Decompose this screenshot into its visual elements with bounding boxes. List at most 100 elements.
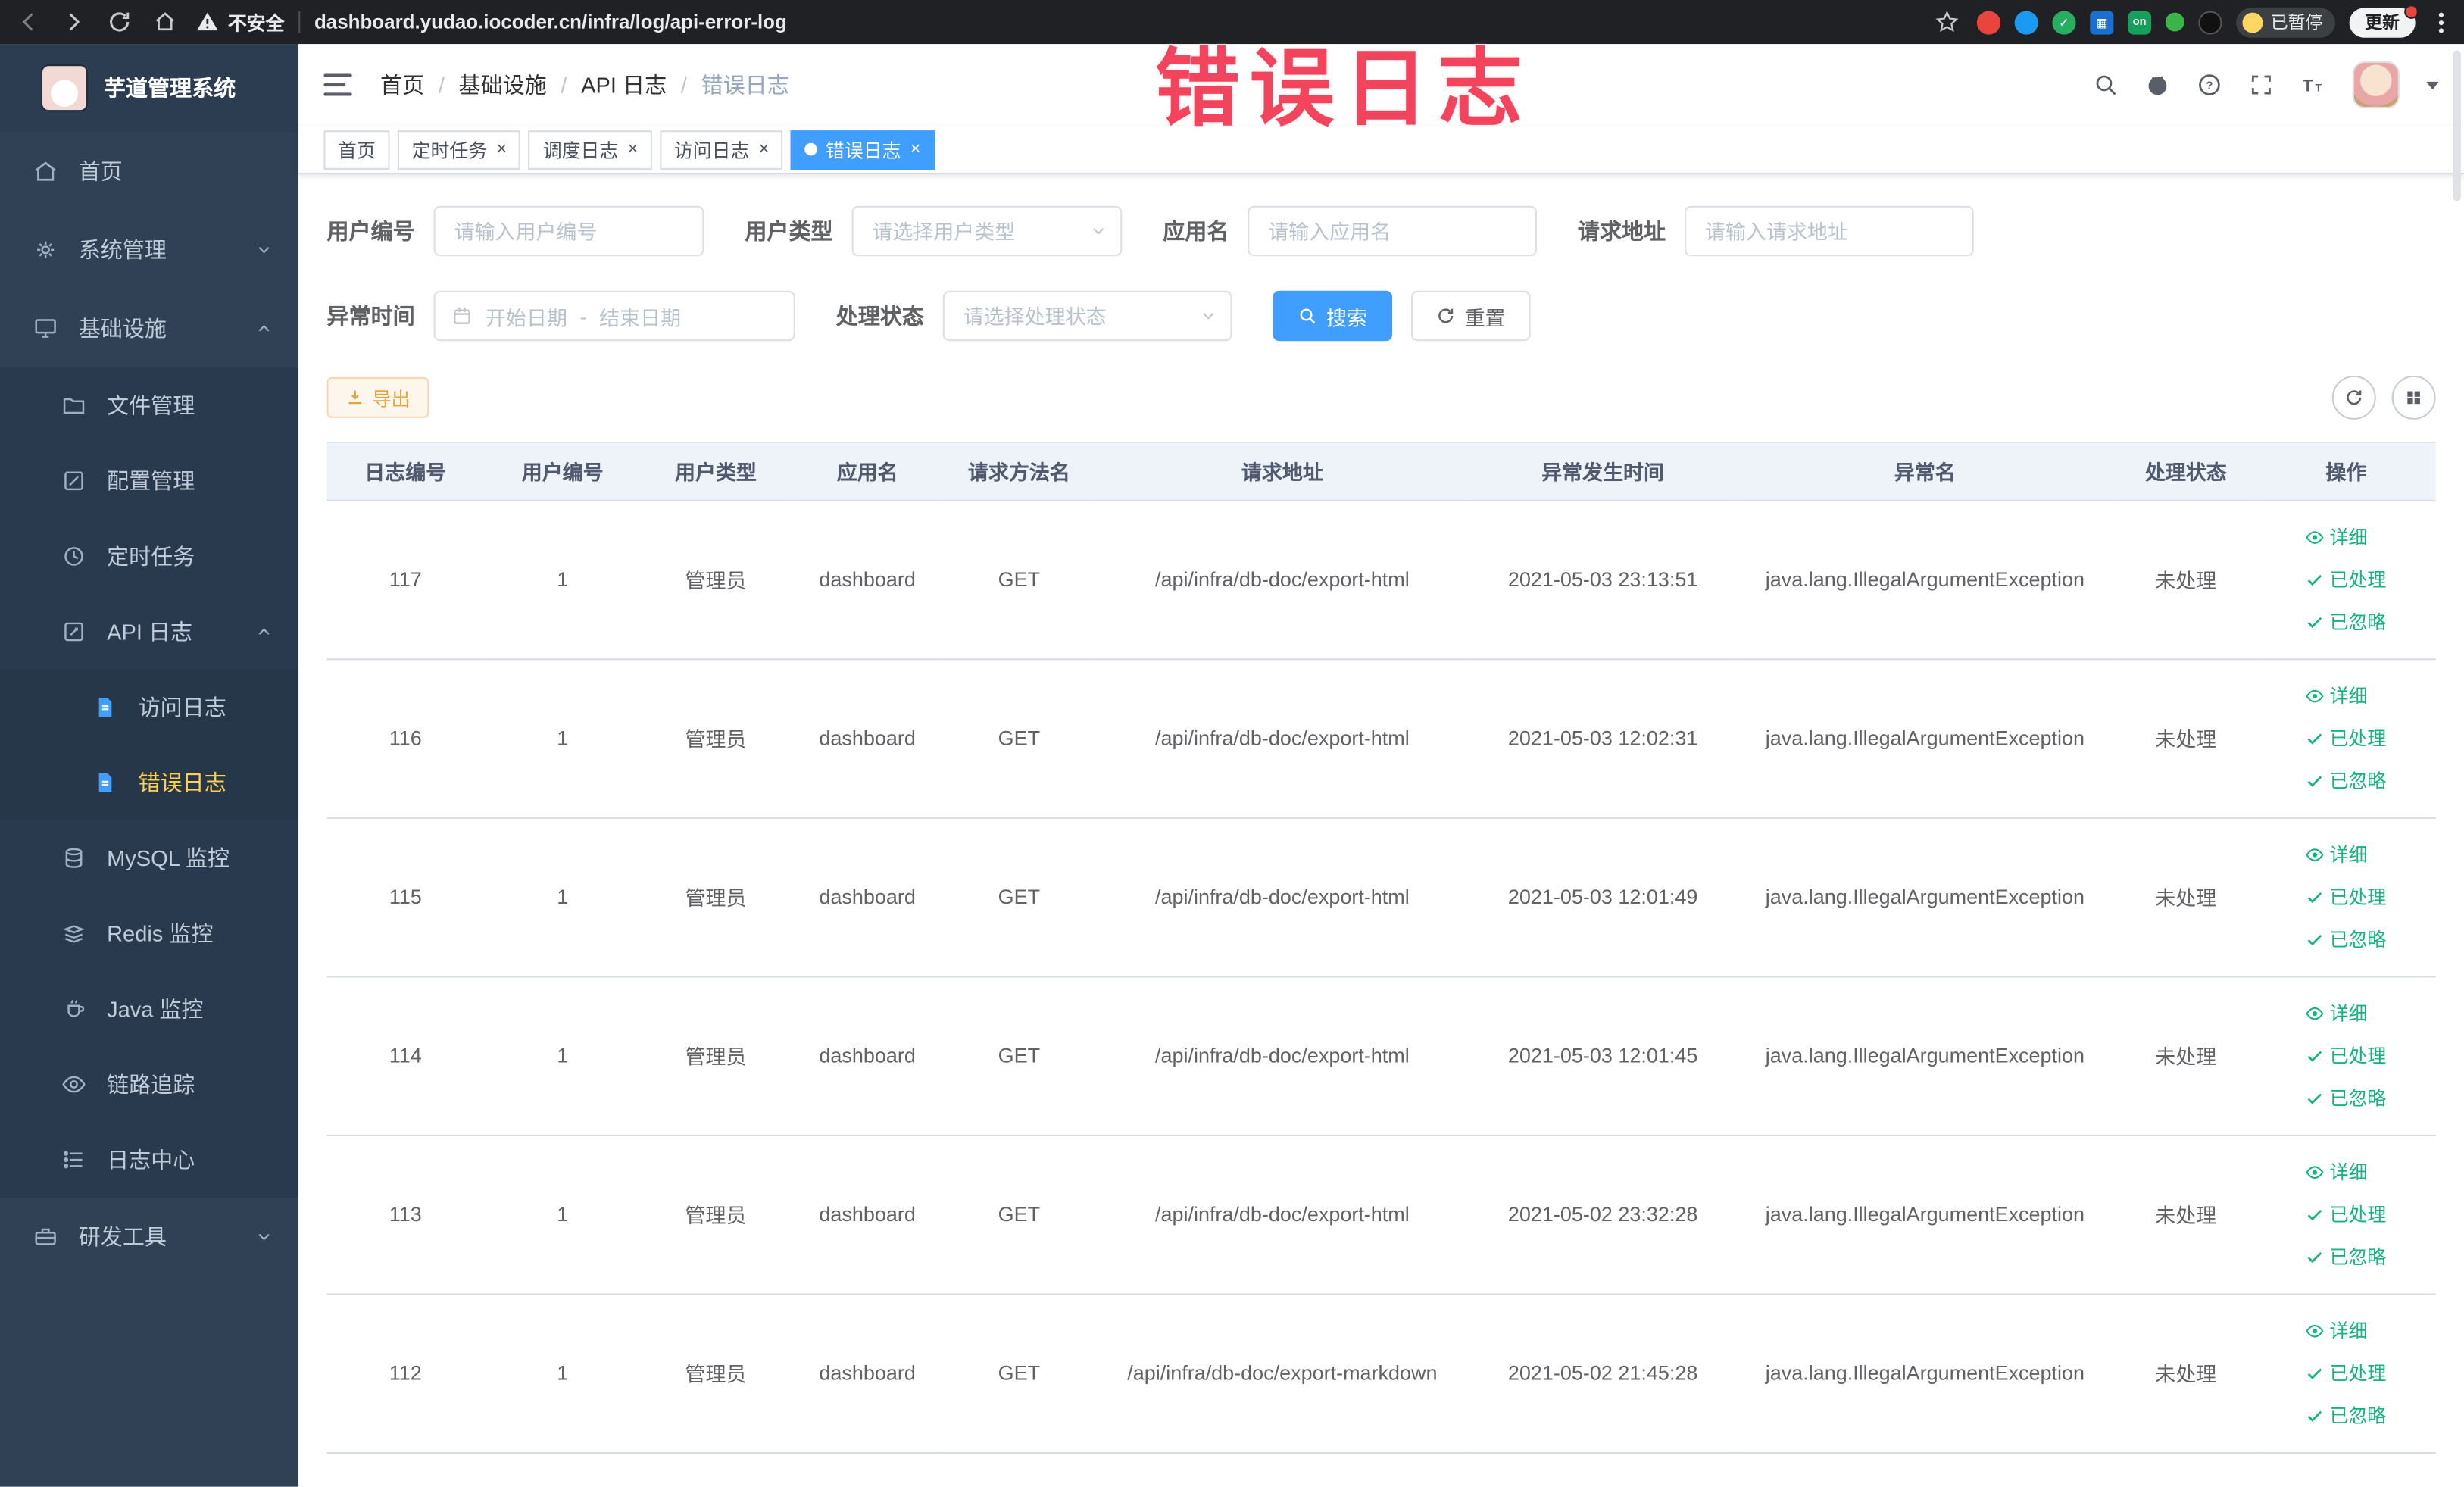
export-button[interactable]: 导出	[326, 376, 429, 418]
refresh-button[interactable]	[2331, 375, 2376, 420]
detail-link[interactable]: 详细	[2306, 1317, 2367, 1344]
mark-processed-link[interactable]: 已处理	[2306, 1201, 2386, 1227]
user-type-select[interactable]	[851, 205, 1123, 257]
app-name-input[interactable]	[1248, 205, 1537, 257]
sidebar-item-java-monitor[interactable]: Java 监控	[0, 971, 299, 1047]
sidebar-item-infrastructure[interactable]: 基础设施	[0, 289, 298, 368]
scrollbar[interactable]	[2453, 50, 2461, 201]
app-name-label: 应用名	[1163, 218, 1229, 244]
eye-icon	[2306, 689, 2325, 702]
detail-link[interactable]: 详细	[2306, 999, 2367, 1026]
detail-link[interactable]: 详细	[2306, 682, 2367, 708]
user-id-input[interactable]	[433, 205, 704, 257]
mark-processed-link[interactable]: 已处理	[2306, 724, 2386, 751]
sidebar-item-api-logs[interactable]: API 日志	[0, 594, 299, 670]
sidebar-item-system-management[interactable]: 系统管理	[0, 211, 298, 289]
extension-paw-icon[interactable]	[2198, 10, 2222, 34]
tab-home[interactable]: 首页	[323, 130, 390, 170]
github-icon[interactable]	[2145, 72, 2170, 97]
paused-badge[interactable]: 已暂停	[2236, 7, 2335, 37]
site-security-button[interactable]: 不安全	[195, 8, 285, 35]
logo[interactable]: 芋道管理系统	[0, 44, 299, 133]
close-icon[interactable]: ×	[497, 140, 507, 158]
sidebar: 芋道管理系统 首页 系统管理 基础设施 文件管理 配置管理 定时任务 API 日…	[0, 44, 299, 1487]
sidebar-item-mysql-monitor[interactable]: MySQL 监控	[0, 820, 299, 896]
search-icon[interactable]	[2093, 72, 2118, 97]
mark-processed-link[interactable]: 已处理	[2306, 566, 2386, 592]
extension-on-badge-icon[interactable]: on	[2128, 10, 2152, 34]
hamburger-icon[interactable]	[323, 73, 352, 96]
breadcrumb-api-logs[interactable]: API 日志	[581, 69, 667, 100]
detail-link[interactable]: 详细	[2306, 523, 2367, 550]
gear-icon	[31, 237, 59, 262]
sidebar-item-config-management[interactable]: 配置管理	[0, 443, 299, 519]
eye-icon	[2306, 848, 2325, 861]
extension-green-circle-icon[interactable]: ✓	[2052, 10, 2076, 34]
mark-ignored-link[interactable]: 已忽略	[2306, 767, 2386, 793]
date-range-picker[interactable]: 开始日期 - 结束日期	[433, 290, 795, 342]
help-icon[interactable]: ?	[2197, 72, 2222, 97]
mark-processed-link[interactable]: 已处理	[2306, 883, 2386, 910]
svg-text:T: T	[2303, 76, 2313, 95]
update-button[interactable]: 更新	[2349, 4, 2419, 37]
top-navbar: 首页 / 基础设施 / API 日志 / 错误日志 ? TT	[298, 44, 2464, 126]
tab-scheduled-tasks[interactable]: 定时任务 ×	[397, 130, 521, 170]
browser-menu-button[interactable]	[2429, 11, 2451, 33]
font-size-icon[interactable]: TT	[2300, 72, 2325, 97]
detail-link[interactable]: 详细	[2306, 1158, 2367, 1185]
fullscreen-icon[interactable]	[2249, 72, 2274, 97]
status-select[interactable]	[942, 290, 1232, 342]
sidebar-item-file-management[interactable]: 文件管理	[0, 367, 299, 444]
tab-error-logs[interactable]: 错误日志 ×	[791, 130, 935, 170]
reset-button[interactable]: 重置	[1411, 290, 1531, 342]
avatar[interactable]	[2352, 61, 2400, 109]
mark-ignored-link[interactable]: 已忽略	[2306, 926, 2386, 952]
extension-blue-drop-icon[interactable]	[2014, 10, 2038, 34]
mark-ignored-link[interactable]: 已忽略	[2306, 1084, 2386, 1111]
tab-schedule-logs[interactable]: 调度日志 ×	[529, 130, 652, 170]
logo-image	[40, 64, 89, 112]
check-icon	[2308, 1367, 2323, 1379]
sidebar-item-label: 链路追踪	[107, 1071, 195, 1098]
mark-processed-link[interactable]: 已处理	[2306, 1042, 2386, 1068]
breadcrumb-home[interactable]: 首页	[380, 69, 424, 100]
mark-ignored-link[interactable]: 已忽略	[2306, 1402, 2386, 1429]
close-icon[interactable]: ×	[628, 140, 638, 158]
tab-access-logs[interactable]: 访问日志 ×	[660, 130, 783, 170]
sidebar-item-redis-monitor[interactable]: Redis 监控	[0, 895, 299, 972]
sidebar-item-label: Java 监控	[107, 996, 204, 1022]
sidebar-item-scheduled-tasks[interactable]: 定时任务	[0, 518, 299, 595]
svg-text:T: T	[2316, 81, 2322, 93]
sidebar-item-link-tracing[interactable]: 链路追踪	[0, 1046, 299, 1123]
sidebar-item-log-center[interactable]: 日志中心	[0, 1122, 299, 1198]
mark-processed-link[interactable]: 已处理	[2306, 1360, 2386, 1386]
user-type-label: 用户类型	[745, 218, 833, 244]
detail-link[interactable]: 详细	[2306, 841, 2367, 867]
extension-red-icon[interactable]	[1976, 10, 2000, 34]
sidebar-item-home[interactable]: 首页	[0, 132, 298, 211]
sidebar-item-error-logs[interactable]: 错误日志	[0, 745, 299, 820]
reload-button[interactable]	[104, 6, 135, 37]
mark-ignored-link[interactable]: 已忽略	[2306, 608, 2386, 635]
bookmark-star-button[interactable]	[1932, 6, 1963, 37]
avatar-caret-icon[interactable]	[2426, 80, 2439, 89]
chevron-down-icon	[255, 1227, 273, 1246]
search-button[interactable]: 搜索	[1273, 290, 1393, 342]
close-icon[interactable]: ×	[910, 140, 920, 158]
close-icon[interactable]: ×	[759, 140, 769, 158]
home-button[interactable]	[149, 6, 180, 37]
extension-leaf-icon[interactable]	[2165, 12, 2184, 32]
forward-button[interactable]	[58, 6, 89, 37]
check-icon	[2308, 933, 2323, 945]
extension-grid-icon[interactable]: ▦	[2090, 10, 2114, 34]
back-button[interactable]	[13, 6, 44, 37]
mark-ignored-link[interactable]: 已忽略	[2306, 1243, 2386, 1270]
column-settings-button[interactable]	[2391, 375, 2436, 420]
breadcrumb-infrastructure[interactable]: 基础设施	[459, 69, 547, 100]
address-bar[interactable]: dashboard.yudao.iocoder.cn/infra/log/api…	[314, 11, 787, 33]
request-url-input[interactable]	[1684, 205, 1974, 257]
filter-row-2: 异常时间 开始日期 - 结束日期 处理状态 请选择处理状态 搜索 重置	[327, 290, 2436, 342]
sidebar-item-access-logs[interactable]: 访问日志	[0, 669, 299, 745]
sidebar-item-dev-tools[interactable]: 研发工具	[0, 1198, 298, 1276]
sidebar-item-label: Redis 监控	[107, 920, 214, 946]
